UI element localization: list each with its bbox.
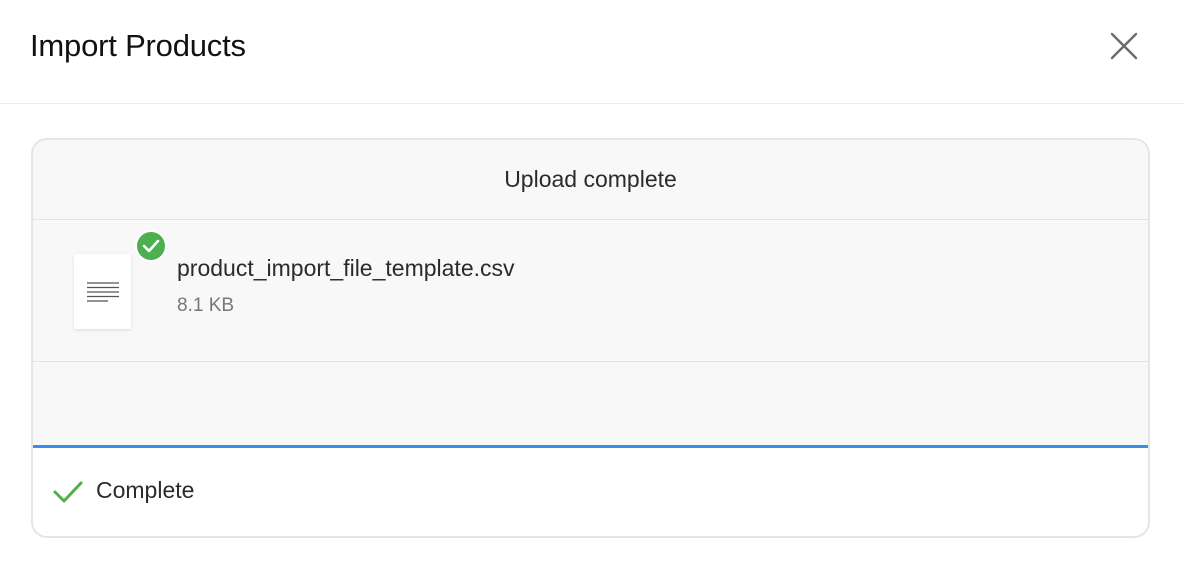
upload-panel: Upload complete product_import_file_temp…	[31, 138, 1150, 538]
modal-title: Import Products	[30, 28, 246, 63]
close-icon	[1110, 32, 1138, 60]
check-circle-icon	[135, 230, 167, 262]
checkmark-icon	[53, 481, 83, 503]
upload-panel-header: Upload complete	[33, 140, 1148, 220]
upload-status-label: Complete	[96, 477, 195, 503]
upload-status-title: Upload complete	[504, 166, 677, 192]
file-name: product_import_file_template.csv	[177, 255, 515, 281]
close-button[interactable]	[1104, 26, 1144, 66]
file-thumbnail	[74, 254, 131, 329]
modal-header: Import Products	[0, 0, 1184, 104]
file-size: 8.1 KB	[177, 295, 235, 316]
upload-status-row: Complete	[33, 448, 1148, 536]
uploaded-file-item: product_import_file_template.csv 8.1 KB	[33, 220, 1148, 362]
document-icon	[86, 281, 119, 302]
upload-drop-area	[33, 362, 1148, 446]
